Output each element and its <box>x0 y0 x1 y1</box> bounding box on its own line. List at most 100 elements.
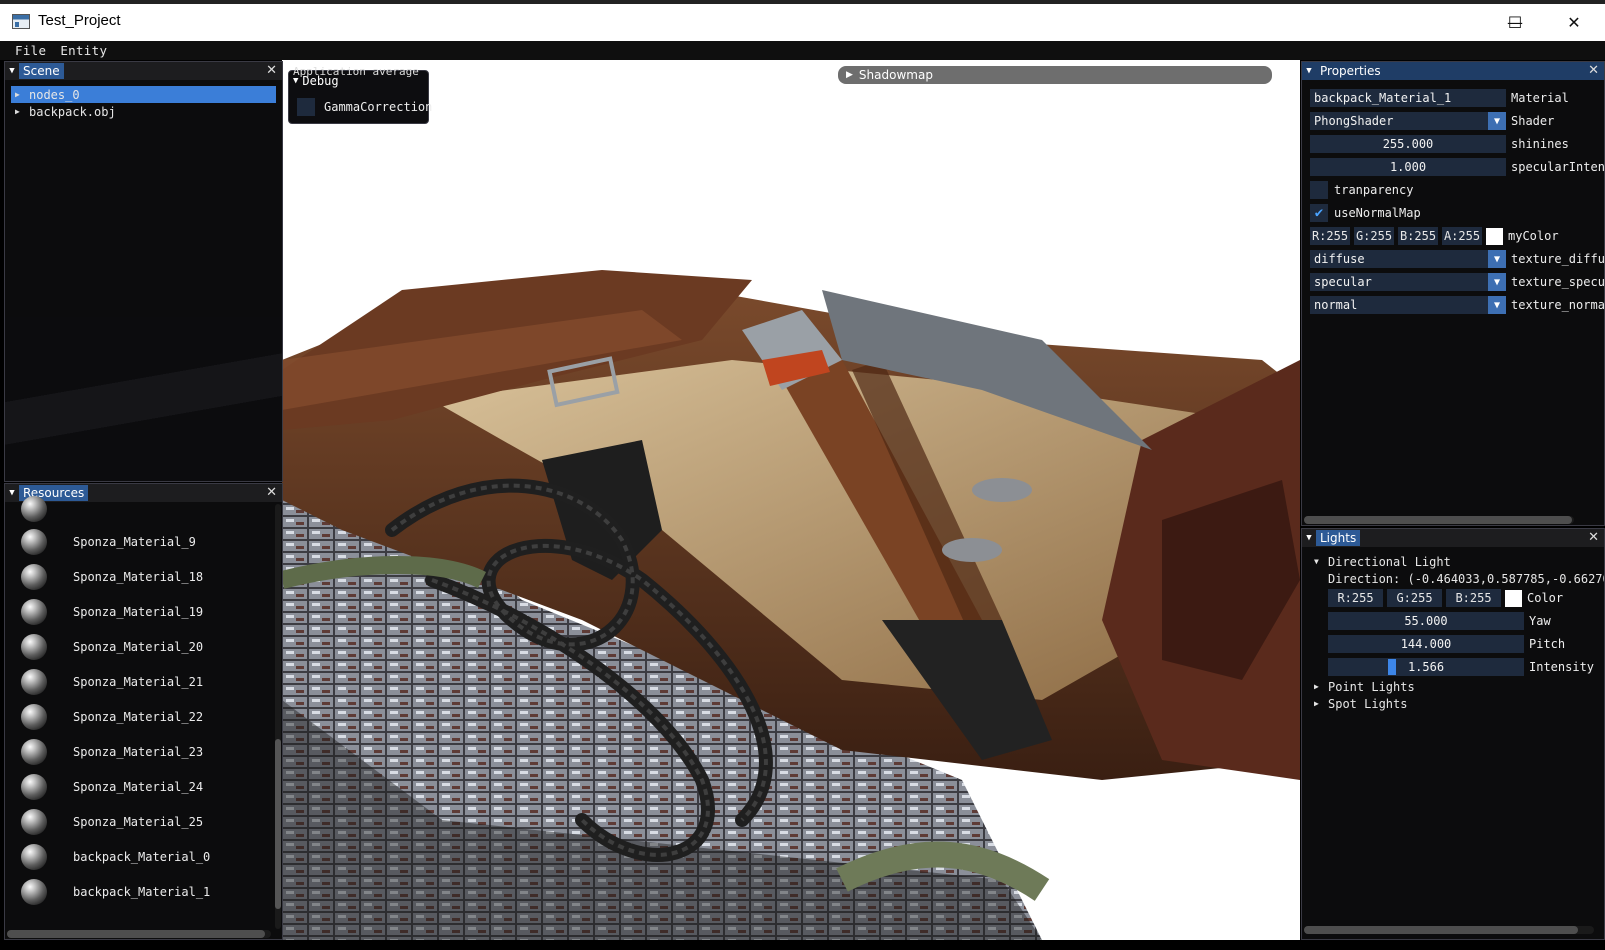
color-swatch[interactable] <box>1486 227 1503 245</box>
light-color-b-input[interactable]: B:255 <box>1446 589 1501 607</box>
resource-label: Sponza_Material_21 <box>73 674 204 689</box>
expand-icon[interactable]: ▶ <box>1314 682 1328 691</box>
pitch-slider[interactable]: 144.000 <box>1328 635 1524 653</box>
lights-panel-header[interactable]: ▼ Lights ✕ <box>1302 529 1604 547</box>
collapse-icon[interactable]: ▼ <box>1302 62 1316 80</box>
use-normal-map-label: useNormalMap <box>1334 206 1421 220</box>
directional-light-node[interactable]: ▼ Directional Light <box>1314 553 1451 570</box>
tree-item-label: backpack.obj <box>29 104 116 119</box>
point-lights-node[interactable]: ▶ Point Lights <box>1314 678 1415 695</box>
material-sphere-icon <box>21 843 47 870</box>
debug-header[interactable]: ▼ Debug <box>293 74 339 88</box>
expand-icon[interactable]: ▶ <box>1314 699 1328 708</box>
color-a-input[interactable]: A:255 <box>1442 227 1482 245</box>
resource-item[interactable]: Sponza_Material_21 <box>5 664 282 699</box>
shadowmap-window[interactable]: ▶ Shadowmap <box>838 66 1272 84</box>
resource-item[interactable] <box>5 494 282 524</box>
resource-item[interactable]: backpack_Material_0 <box>5 839 282 874</box>
lights-hscrollbar[interactable] <box>1304 926 1594 934</box>
diffuse-texture-select[interactable]: diffuse <box>1310 250 1488 268</box>
scene-panel-title: Scene <box>19 63 64 79</box>
scrollbar-thumb[interactable] <box>1304 516 1572 524</box>
resource-item[interactable]: Sponza_Material_25 <box>5 804 282 839</box>
transparency-checkbox[interactable] <box>1310 181 1328 199</box>
collapse-icon[interactable]: ▼ <box>1302 529 1316 547</box>
maximize-button[interactable]: ☐ <box>1486 4 1544 41</box>
normal-texture-select[interactable]: normal <box>1310 296 1488 314</box>
menu-file[interactable]: File <box>8 41 53 60</box>
scrollbar-thumb[interactable] <box>275 739 281 909</box>
resource-item[interactable]: Sponza_Material_24 <box>5 769 282 804</box>
point-lights-label: Point Lights <box>1328 679 1415 694</box>
chevron-down-icon[interactable]: ▼ <box>1488 273 1506 291</box>
shininess-label: shinines <box>1511 137 1569 151</box>
chevron-down-icon[interactable]: ▼ <box>1488 112 1506 130</box>
expand-icon: ▶ <box>846 70 853 80</box>
shader-label: Shader <box>1511 114 1555 128</box>
resource-item[interactable]: Sponza_Material_23 <box>5 734 282 769</box>
scene-panel-header[interactable]: ▼ Scene ✕ <box>5 62 282 80</box>
light-color-r-input[interactable]: R:255 <box>1328 589 1383 607</box>
scrollbar-thumb[interactable] <box>7 930 265 938</box>
diffuse-texture-label: texture_diffu <box>1511 252 1605 266</box>
close-icon[interactable]: ✕ <box>266 63 277 78</box>
close-window-button[interactable]: ✕ <box>1545 4 1603 41</box>
resource-item[interactable]: Sponza_Material_22 <box>5 699 282 734</box>
resources-hscrollbar[interactable] <box>7 930 271 938</box>
chevron-down-icon[interactable]: ▼ <box>1488 296 1506 314</box>
specular-intensity-input[interactable]: 1.000 <box>1310 158 1506 176</box>
expand-icon[interactable]: ▶ <box>15 107 29 116</box>
material-sphere-icon <box>21 703 47 730</box>
resources-scrollbar[interactable] <box>275 504 281 929</box>
specular-texture-select[interactable]: specular <box>1310 273 1488 291</box>
resource-item[interactable]: backpack_Material_1 <box>5 874 282 909</box>
pitch-label: Pitch <box>1529 637 1566 651</box>
close-icon[interactable]: ✕ <box>1588 63 1599 78</box>
expand-icon[interactable]: ▶ <box>15 90 29 99</box>
yaw-slider[interactable]: 55.000 <box>1328 612 1524 630</box>
resource-label: Sponza_Material_25 <box>73 814 204 829</box>
resource-label: Sponza_Material_19 <box>73 604 204 619</box>
material-sphere-icon <box>21 738 47 765</box>
material-sphere-icon <box>21 598 47 625</box>
maximize-icon: ☐ <box>1507 13 1523 32</box>
collapse-icon[interactable]: ▼ <box>5 62 19 80</box>
color-b-input[interactable]: B:255 <box>1398 227 1438 245</box>
intensity-slider[interactable]: 1.566 <box>1328 658 1524 676</box>
shader-select[interactable]: PhongShader <box>1310 112 1488 130</box>
chevron-down-icon[interactable]: ▼ <box>1488 250 1506 268</box>
resource-item[interactable]: Sponza_Material_20 <box>5 629 282 664</box>
debug-window[interactable]: Application average ▼ Debug GammaCorrect… <box>288 65 432 124</box>
resource-item[interactable]: Sponza_Material_19 <box>5 594 282 629</box>
light-color-g-input[interactable]: G:255 <box>1387 589 1442 607</box>
resource-label: Sponza_Material_23 <box>73 744 204 759</box>
properties-panel-header[interactable]: ▼ Properties ✕ <box>1302 62 1604 80</box>
color-r-input[interactable]: R:255 <box>1310 227 1350 245</box>
slider-grab[interactable] <box>1388 659 1396 675</box>
material-sphere-icon <box>21 528 47 555</box>
material-name-input[interactable]: backpack_Material_1 <box>1310 89 1506 107</box>
resource-item[interactable]: Sponza_Material_18 <box>5 559 282 594</box>
light-color-swatch[interactable] <box>1505 589 1522 607</box>
intensity-value: 1.566 <box>1407 660 1445 674</box>
properties-panel-title: Properties <box>1320 64 1381 78</box>
properties-hscrollbar[interactable] <box>1304 516 1574 524</box>
use-normal-map-checkbox[interactable]: ✔ <box>1310 204 1328 222</box>
resource-item[interactable]: Sponza_Material_9 <box>5 524 282 559</box>
shadowmap-title: Shadowmap <box>858 68 933 82</box>
scene-viewport[interactable] <box>282 60 1300 940</box>
tree-item-nodes-0[interactable]: ▶ nodes_0 <box>11 86 276 103</box>
scrollbar-thumb[interactable] <box>1304 926 1578 934</box>
material-sphere-icon <box>21 668 47 695</box>
specular-intensity-label: specularInten <box>1511 160 1605 174</box>
tree-item-backpack[interactable]: ▶ backpack.obj <box>5 103 282 120</box>
normal-texture-label: texture_norma <box>1511 298 1605 312</box>
tree-item-label: nodes_0 <box>29 87 80 102</box>
close-icon[interactable]: ✕ <box>1588 530 1599 545</box>
gamma-correction-checkbox[interactable] <box>297 98 315 116</box>
shininess-input[interactable]: 255.000 <box>1310 135 1506 153</box>
spot-lights-node[interactable]: ▶ Spot Lights <box>1314 695 1407 712</box>
menu-entity[interactable]: Entity <box>53 41 114 60</box>
color-g-input[interactable]: G:255 <box>1354 227 1394 245</box>
collapse-icon[interactable]: ▼ <box>1314 557 1328 566</box>
